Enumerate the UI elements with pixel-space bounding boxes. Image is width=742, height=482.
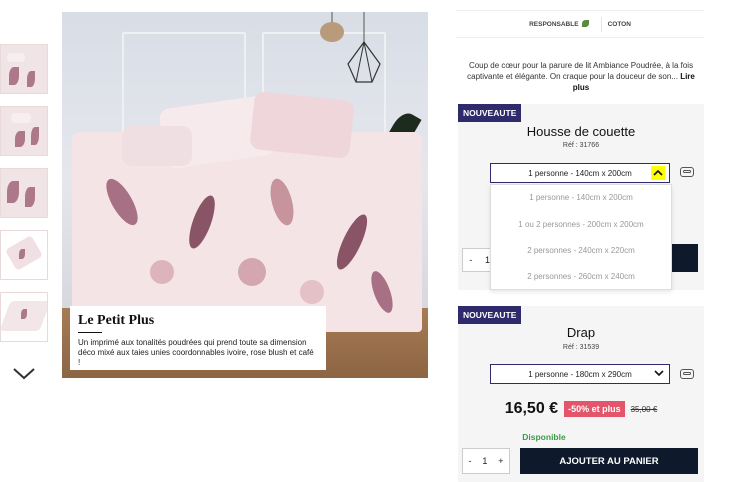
badge-coton: COTON: [600, 16, 637, 32]
price: 16,50 €: [504, 400, 559, 417]
caption-title: Le Petit Plus: [78, 313, 155, 328]
product-badges: RESPONSABLE COTON: [456, 10, 704, 38]
thumbnails-next-chevron-down-icon[interactable]: [12, 364, 36, 382]
size-icon[interactable]: [680, 167, 694, 177]
product-title: Drap: [566, 325, 596, 340]
thumbnail-4[interactable]: [0, 230, 48, 280]
size-select-value: 1 personne - 180cm x 290cm: [528, 369, 632, 379]
thumbnail-3[interactable]: [0, 168, 48, 218]
thumbnail-1[interactable]: [0, 44, 48, 94]
pillow: [249, 90, 355, 160]
old-price: 35,00 €: [630, 404, 658, 414]
qty-minus-button[interactable]: -: [469, 255, 472, 265]
product-description: Coup de cœur pour la parure de lit Ambia…: [458, 60, 704, 93]
thumb-leaf: [25, 187, 35, 207]
promo-badge: -50% et plus: [564, 401, 625, 417]
size-option[interactable]: 1 ou 2 personnes - 200cm x 200cm: [491, 220, 671, 229]
thumb-leaf: [9, 67, 19, 85]
thumbnail-list: [0, 44, 50, 354]
size-option[interactable]: 2 personnes - 240cm x 220cm: [491, 246, 671, 255]
chevron-up-icon[interactable]: [651, 166, 665, 180]
caption-text: Un imprimé aux tonalités poudrées qui pr…: [78, 338, 314, 367]
size-select[interactable]: 1 personne - 180cm x 290cm: [490, 364, 670, 384]
thumbnail-5[interactable]: [0, 292, 48, 342]
product-title: Housse de couette: [526, 124, 636, 139]
thumb-leaf: [21, 309, 27, 319]
thumb-leaf: [31, 127, 39, 145]
product-ref: Réf : 31766: [562, 142, 600, 149]
new-badge: NOUVEAUTE: [458, 306, 522, 324]
add-to-cart-button-partial[interactable]: [672, 244, 698, 272]
size-option[interactable]: 2 personnes - 260cm x 240cm: [491, 272, 671, 281]
product-ref: Réf : 31539: [562, 344, 600, 351]
thumb-leaf: [19, 249, 25, 259]
quantity-stepper[interactable]: - 1 +: [462, 448, 510, 474]
size-dropdown-menu: 1 personne - 140cm x 200cm 1 ou 2 person…: [490, 184, 672, 290]
badge-responsable: RESPONSABLE: [523, 16, 594, 32]
availability-status: Disponible: [522, 432, 566, 442]
price-row: 16,50 € -50% et plus 35,00 €: [458, 400, 704, 418]
pendant-lamp: [320, 12, 381, 83]
thumb-leaf: [27, 71, 35, 87]
thumb-pillow: [11, 113, 31, 123]
thumbnail-2[interactable]: [0, 106, 48, 156]
size-select-value: 1 personne - 140cm x 200cm: [528, 168, 632, 178]
pillow: [122, 126, 192, 166]
caption-divider: [78, 332, 102, 333]
thumb-leaf: [7, 181, 19, 203]
qty-minus-button[interactable]: -: [468, 456, 471, 466]
size-icon[interactable]: [680, 369, 694, 379]
thumb-leaf: [15, 131, 25, 147]
size-select[interactable]: 1 personne - 140cm x 200cm: [490, 163, 670, 183]
qty-value: 1: [482, 456, 488, 466]
le-petit-plus-caption: Le Petit Plus Un imprimé aux tonalités p…: [70, 306, 326, 370]
description-text: Coup de cœur pour la parure de lit Ambia…: [467, 61, 694, 81]
add-to-cart-button[interactable]: AJOUTER AU PANIER: [520, 448, 698, 474]
chevron-down-icon[interactable]: [654, 369, 664, 377]
size-option[interactable]: 1 personne - 140cm x 200cm: [491, 193, 671, 202]
qty-plus-button[interactable]: +: [498, 456, 503, 466]
thumb-pillow: [7, 53, 25, 62]
leaf-icon: [581, 20, 589, 27]
new-badge: NOUVEAUTE: [458, 104, 522, 122]
badge-label: RESPONSABLE: [529, 21, 579, 28]
duvet-leaf-pattern: [106, 178, 393, 313]
